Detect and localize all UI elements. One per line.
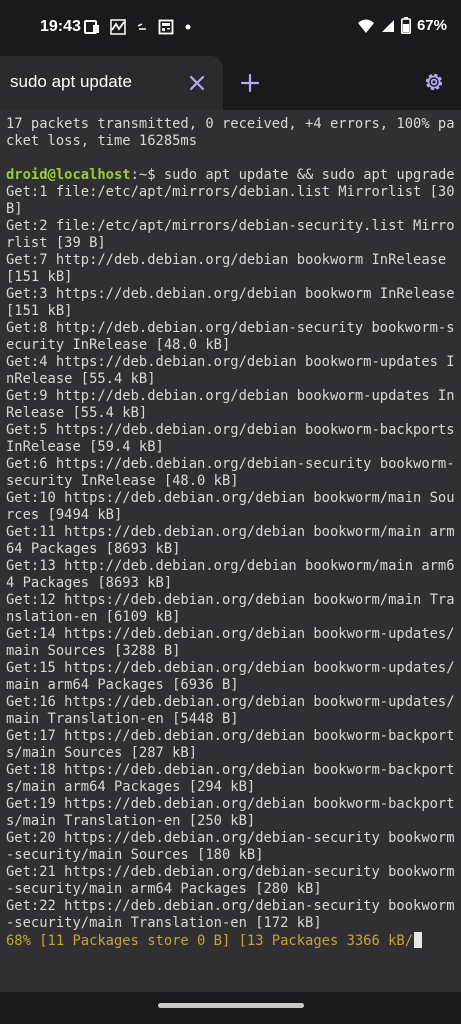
tab-title: sudo apt update bbox=[10, 72, 132, 91]
cursor bbox=[414, 932, 423, 948]
terminal-view[interactable]: 17 packets transmitted, 0 received, +4 e… bbox=[0, 110, 461, 992]
status-time: 19:43 bbox=[40, 18, 81, 35]
progress-line: 68% [11 Packages store 0 B] [13 Packages… bbox=[6, 933, 414, 949]
dot-icon bbox=[185, 24, 191, 30]
home-indicator[interactable] bbox=[158, 1003, 304, 1008]
battery-icon bbox=[400, 17, 411, 34]
small-icon bbox=[137, 23, 146, 30]
terminal-previous-output: 17 packets transmitted, 0 received, +4 e… bbox=[6, 116, 455, 149]
gear-icon[interactable] bbox=[422, 70, 446, 94]
add-tab-icon[interactable] bbox=[240, 73, 260, 93]
tab-active[interactable]: sudo apt update bbox=[0, 56, 223, 110]
status-icons-left bbox=[84, 19, 192, 35]
notification-icon bbox=[84, 20, 99, 34]
wifi-icon bbox=[357, 19, 374, 33]
signal-icon bbox=[381, 19, 394, 32]
close-icon[interactable] bbox=[187, 73, 207, 93]
apt-output: Get:1 file:/etc/apt/mirrors/debian.list … bbox=[6, 184, 455, 931]
prompt-user: droid@localhost bbox=[6, 167, 131, 183]
status-bar: 19:43 67% bbox=[0, 0, 461, 56]
news-icon bbox=[158, 19, 174, 35]
battery-percent: 67% bbox=[416, 17, 447, 34]
terminal-output: 17 packets transmitted, 0 received, +4 e… bbox=[6, 116, 458, 950]
tab-bar: sudo apt update bbox=[0, 56, 461, 110]
status-icons-right: 67% bbox=[357, 17, 447, 34]
activity-icon bbox=[110, 19, 126, 35]
prompt-command: :~$ sudo apt update && sudo apt upgrade bbox=[130, 167, 455, 183]
navigation-bar bbox=[0, 992, 461, 1024]
